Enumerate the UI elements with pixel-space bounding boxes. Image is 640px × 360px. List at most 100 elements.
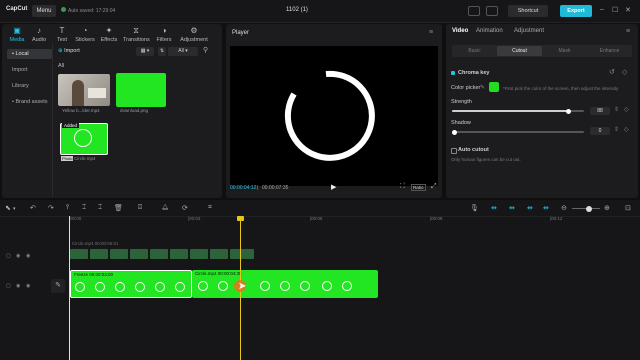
autosave-status: Auto saved: 17:29:04 — [68, 8, 116, 14]
minimize-icon[interactable]: – — [600, 6, 604, 13]
close-icon[interactable]: ✕ — [625, 6, 631, 14]
split-right-icon[interactable]: ⌶ — [98, 204, 102, 212]
sidebar-item-library[interactable]: Library — [7, 81, 52, 91]
track-lock-icon[interactable]: ▢ — [6, 253, 11, 259]
maximize-icon[interactable]: ☐ — [612, 6, 618, 14]
tab-effects[interactable]: ✦ Effects — [96, 26, 122, 43]
zoom-out-icon[interactable]: ⊖ — [561, 204, 567, 212]
main-track-magnet-icon[interactable]: ⇹ — [491, 204, 497, 212]
sub-tab-bar: Basic Cutout Mask Enhance — [452, 45, 632, 57]
crop-icon[interactable]: ⌗ — [208, 204, 212, 212]
tab-transitions[interactable]: ⧖ Transitions — [123, 26, 150, 43]
tab-filters[interactable]: ◑ Filters — [151, 26, 177, 43]
shadow-slider-knob[interactable] — [452, 129, 457, 135]
color-picker-label: Color picker — [451, 85, 481, 91]
view-toggle[interactable]: ▦ ▾ — [136, 47, 154, 56]
stepper-icon[interactable]: ⇕ — [614, 126, 619, 133]
track-audio-icon[interactable]: ◉ — [26, 253, 30, 259]
microphone-icon[interactable]: 🎙 — [470, 204, 479, 212]
ghost-clip[interactable]: Circle.mp4 00:00:06:01 — [70, 241, 260, 263]
track-audio-icon[interactable]: ◉ — [26, 283, 30, 289]
strength-value-input[interactable]: 88 — [590, 107, 610, 115]
split-left-icon[interactable]: ⌶ — [82, 204, 86, 212]
divider — [52, 43, 53, 197]
preview-canvas[interactable] — [230, 42, 438, 190]
expand-icon[interactable]: ⤢ — [431, 183, 437, 191]
delete-icon[interactable]: 🗑 — [114, 204, 123, 212]
chevron-down-icon[interactable]: ▾ — [13, 206, 16, 212]
menu-button[interactable]: Menu — [32, 5, 56, 17]
tab-stickers[interactable]: ◔ Stickers — [72, 26, 98, 43]
stepper-icon[interactable]: ⇕ — [614, 106, 619, 113]
track-lock-icon[interactable]: ▢ — [6, 283, 11, 289]
keyframe-icon[interactable]: ◇ — [624, 126, 629, 133]
tab-adjustment-inspector[interactable]: Adjustment — [514, 28, 544, 34]
shadow-value-input[interactable]: 0 — [590, 127, 610, 135]
picked-color-swatch[interactable] — [489, 82, 499, 92]
time-ruler[interactable]: 00:00 |00:03 |00:06 |00:09 |00:12 — [70, 216, 640, 224]
timeline-toolbar: ⬉ ▾ ↶ ↷ ⫯ ⌶ ⌶ 🗑 ⌼ ⧋ ⟳ ⌗ 🎙 ⇹ ⇹ ⇹ ⇹ ⊖ ⊕ ⊡ — [0, 200, 640, 217]
strength-slider-knob[interactable] — [565, 108, 571, 114]
playhead-handle[interactable] — [237, 216, 244, 221]
freeze-clip[interactable]: Freeze 00:00:03:00 — [70, 270, 192, 298]
select-cursor-icon[interactable]: ⬉ — [5, 204, 11, 212]
sidebar-item-brand-assets[interactable]: • Brand assets — [7, 97, 52, 107]
undo-icon[interactable]: ↶ — [30, 204, 36, 212]
tab-animation[interactable]: Animation — [476, 28, 503, 34]
fit-icon[interactable]: ⊡ — [625, 204, 631, 212]
chroma-key-checkbox[interactable] — [451, 71, 455, 75]
keyframe-icon[interactable]: ◇ — [622, 68, 627, 76]
added-badge: Added — [62, 123, 80, 128]
split-icon[interactable]: ⫯ — [66, 204, 69, 212]
play-icon[interactable]: ▶ — [331, 183, 336, 191]
media-caption: download.png — [120, 108, 149, 113]
media-thumb-download[interactable] — [116, 73, 166, 107]
tab-mask[interactable]: Mask — [542, 46, 587, 56]
picker-hint: *First pick the color of the screen, the… — [503, 86, 619, 91]
freeze-icon[interactable]: ⌼ — [138, 204, 142, 212]
filter-icon[interactable]: ⚲ — [203, 46, 208, 54]
zoom-in-icon[interactable]: ⊕ — [604, 204, 610, 212]
filter-dropdown[interactable]: All ▾ — [168, 47, 198, 56]
menu-icon[interactable]: ≡ — [429, 29, 433, 36]
layout-icon[interactable] — [468, 6, 480, 16]
rotate-icon[interactable]: ⟳ — [182, 204, 188, 212]
track-visibility-icon[interactable]: ◉ — [16, 253, 20, 259]
keyframe-icon[interactable]: ◇ — [624, 106, 629, 113]
shortcut-button[interactable]: Shortcut — [508, 5, 548, 17]
auto-cutout-checkbox[interactable] — [451, 148, 457, 154]
sidebar-item-local[interactable]: • Local — [7, 49, 52, 59]
shadow-slider-track[interactable] — [452, 131, 584, 133]
app-logo: CapCut — [6, 6, 28, 12]
zoom-slider-knob[interactable] — [586, 205, 592, 212]
track-visibility-icon[interactable]: ◉ — [16, 283, 20, 289]
strength-label: Strength — [451, 99, 472, 105]
preview-axis-icon[interactable]: ⇹ — [543, 204, 549, 212]
auto-cutout-label: Auto cutout — [458, 147, 489, 153]
ratio-button[interactable]: Ratio — [411, 184, 426, 191]
reset-icon[interactable]: ↺ — [609, 68, 615, 76]
auto-snap-icon[interactable]: ⇹ — [509, 204, 515, 212]
import-button[interactable]: ⊕ Import — [58, 46, 92, 56]
sidebar-item-import[interactable]: Import — [7, 65, 52, 75]
menu-icon[interactable]: ≡ — [626, 28, 630, 35]
linkage-icon[interactable]: ⇹ — [527, 204, 533, 212]
eyedropper-icon[interactable]: ✎ — [480, 84, 485, 91]
person-figure — [72, 80, 84, 106]
media-thumb-yellow[interactable] — [58, 74, 110, 106]
circle-clip[interactable]: Circle.mp4 00:00:04:35 — [192, 270, 378, 298]
cover-edit-icon[interactable]: ✎ — [51, 279, 65, 293]
panel-icon[interactable] — [486, 6, 498, 16]
timeline-start-marker — [69, 216, 70, 360]
tab-enhance[interactable]: Enhance — [587, 46, 632, 56]
tab-adjustment[interactable]: ⚙ Adjustment — [179, 26, 209, 43]
tab-basic[interactable]: Basic — [452, 46, 497, 56]
fullscreen-fit-icon[interactable]: ⛶ — [400, 183, 405, 191]
redo-icon[interactable]: ↷ — [48, 204, 54, 212]
tab-video[interactable]: Video — [452, 28, 468, 34]
export-button[interactable]: Export — [560, 5, 592, 17]
tab-cutout[interactable]: Cutout — [497, 46, 542, 56]
project-title[interactable]: 1102 (1) — [286, 7, 308, 13]
sort-button[interactable]: ⇅ — [158, 47, 166, 56]
mirror-icon[interactable]: ⧋ — [162, 204, 168, 212]
